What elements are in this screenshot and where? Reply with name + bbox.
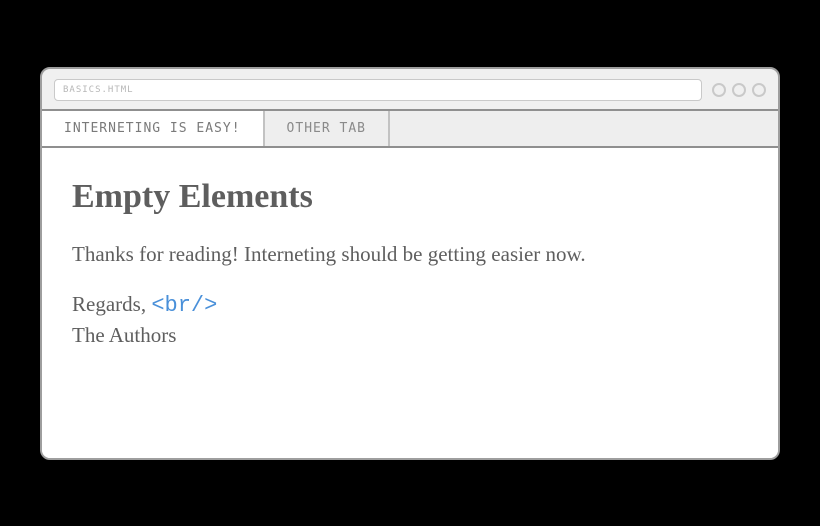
browser-window: BASICS.HTML INTERNETING IS EASY! OTHER T… bbox=[40, 67, 780, 460]
tab-other-tab[interactable]: OTHER TAB bbox=[265, 111, 390, 146]
page-paragraph: Thanks for reading! Interneting should b… bbox=[72, 240, 748, 268]
tab-label: OTHER TAB bbox=[287, 121, 366, 136]
br-code-tag: <br/> bbox=[151, 293, 217, 318]
page-signoff: Regards, <br/> The Authors bbox=[72, 290, 748, 349]
window-controls bbox=[712, 83, 766, 97]
signoff-authors: The Authors bbox=[72, 323, 176, 347]
window-control-close-icon[interactable] bbox=[752, 83, 766, 97]
url-bar-text: BASICS.HTML bbox=[63, 85, 134, 95]
tab-bar: INTERNETING IS EASY! OTHER TAB bbox=[42, 109, 778, 148]
window-control-min-icon[interactable] bbox=[712, 83, 726, 97]
url-bar[interactable]: BASICS.HTML bbox=[54, 79, 702, 101]
tab-label: INTERNETING IS EASY! bbox=[64, 121, 241, 136]
signoff-regards: Regards, bbox=[72, 292, 151, 316]
url-bar-row: BASICS.HTML bbox=[42, 69, 778, 109]
page-heading: Empty Elements bbox=[72, 178, 748, 216]
window-control-max-icon[interactable] bbox=[732, 83, 746, 97]
page-content: Empty Elements Thanks for reading! Inter… bbox=[42, 148, 778, 458]
tab-interneting-is-easy[interactable]: INTERNETING IS EASY! bbox=[42, 111, 265, 146]
